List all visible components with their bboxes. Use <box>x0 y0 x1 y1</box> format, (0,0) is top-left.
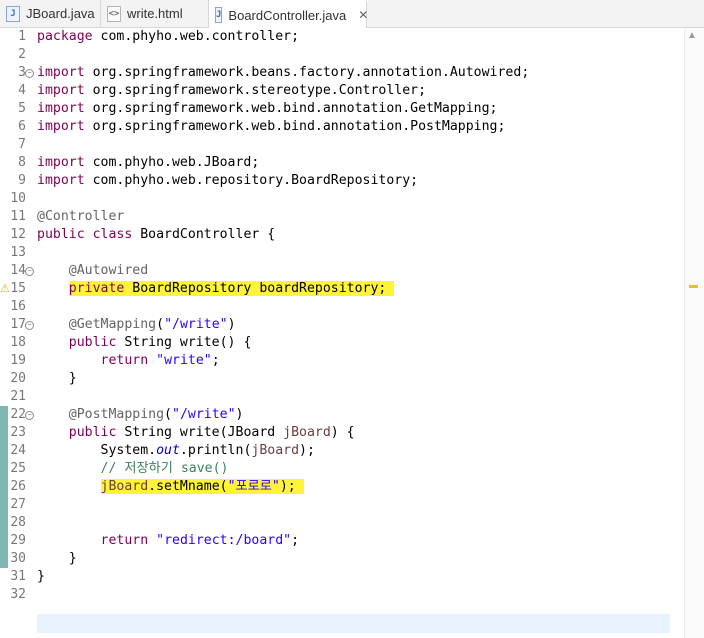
line-number: 26 <box>10 479 26 494</box>
editor-tab-bar: J JBoard.java <> write.html J BoardContr… <box>0 0 704 28</box>
line-number: 13 <box>10 245 26 260</box>
line-number: 7 <box>18 137 26 152</box>
line-number: 14 <box>10 263 26 278</box>
code-line[interactable]: public String write(JBoard jBoard) { <box>37 424 355 442</box>
html-file-icon: <> <box>107 5 121 22</box>
line-number: 10 <box>10 191 26 206</box>
line-number: 5 <box>18 101 26 116</box>
line-number: 28 <box>10 515 26 530</box>
code-line[interactable]: private BoardRepository boardRepository; <box>37 280 395 298</box>
line-number: 19 <box>10 353 26 368</box>
fold-toggle-icon[interactable]: − <box>25 321 34 330</box>
code-line[interactable]: @GetMapping("/write") <box>37 316 236 334</box>
line-number: 8 <box>18 155 26 170</box>
tab-label: JBoard.java <box>26 6 95 21</box>
code-line[interactable]: } <box>37 550 77 568</box>
code-editor[interactable]: 1 2 3−4 5 6 7 8 9 10 11 12 13 14−15 ⚠ 16 17−18 19 20 21 22−… <box>0 28 704 638</box>
line-number: 4 <box>18 83 26 98</box>
code-line[interactable]: // 저장하기 save() <box>37 460 229 478</box>
line-number: 2 <box>18 47 26 62</box>
line-number: 25 <box>10 461 26 476</box>
code-line[interactable]: System.out.println(jBoard); <box>37 442 315 460</box>
code-line[interactable]: public String write() { <box>37 334 252 352</box>
line-number: 23 <box>10 425 26 440</box>
line-number: 18 <box>10 335 26 350</box>
scroll-up-icon[interactable]: ▲ <box>687 30 697 41</box>
overview-ruler[interactable] <box>684 28 704 638</box>
line-number: 21 <box>10 389 26 404</box>
code-line[interactable]: import org.springframework.web.bind.anno… <box>37 100 498 118</box>
code-line[interactable]: import com.phyho.web.repository.BoardRep… <box>37 172 418 190</box>
line-number: 24 <box>10 443 26 458</box>
line-number-gutter: 1 2 3−4 5 6 7 8 9 10 11 12 13 14−15 ⚠ 16 17−18 19 20 21 22−… <box>0 28 34 638</box>
line-number: 12 <box>10 227 26 242</box>
code-line[interactable]: import org.springframework.stereotype.Co… <box>37 82 426 100</box>
warning-overview-marker[interactable] <box>689 285 698 288</box>
line-number: 1 <box>18 29 26 44</box>
java-file-icon: J <box>6 5 20 22</box>
code-line[interactable]: } <box>37 370 77 388</box>
tab-label: BoardController.java <box>228 7 347 23</box>
line-number: 30 <box>10 551 26 566</box>
line-number: 6 <box>18 119 26 134</box>
line-number: 29 <box>10 533 26 548</box>
java-file-icon: J <box>215 7 223 23</box>
code-line[interactable]: @Autowired <box>37 262 148 280</box>
warning-icon[interactable]: ⚠ <box>0 282 10 295</box>
code-line[interactable]: return "write"; <box>37 352 220 370</box>
code-line[interactable]: import com.phyho.web.JBoard; <box>37 154 259 172</box>
line-number: 11 <box>10 209 26 224</box>
fold-toggle-icon[interactable]: − <box>25 411 34 420</box>
tab-write-html[interactable]: <> write.html <box>101 0 209 27</box>
code-line[interactable]: import org.springframework.web.bind.anno… <box>37 118 505 136</box>
code-area[interactable]: package com.phyho.web.controller; import … <box>37 28 670 638</box>
fold-toggle-icon[interactable]: − <box>25 267 34 276</box>
line-number: 17 <box>10 317 26 332</box>
tab-boardcontroller-java[interactable]: J BoardController.java ✕ <box>209 0 368 28</box>
code-line[interactable]: } <box>37 568 45 586</box>
line-number: 31 <box>10 569 26 584</box>
code-line[interactable]: @PostMapping("/write") <box>37 406 244 424</box>
code-line[interactable]: import org.springframework.beans.factory… <box>37 64 529 82</box>
line-number: 9 <box>18 173 26 188</box>
line-number: 22 <box>10 407 26 422</box>
line-number: 32 <box>10 587 26 602</box>
code-line[interactable]: package com.phyho.web.controller; <box>37 28 299 46</box>
line-number: 27 <box>10 497 26 512</box>
code-line[interactable]: return "redirect:/board"; <box>37 532 300 550</box>
line-number: 3 <box>18 65 26 80</box>
marker-highlight: private BoardRepository boardRepository; <box>68 281 395 296</box>
line-number: 16 <box>10 299 26 314</box>
close-icon[interactable]: ✕ <box>358 8 368 22</box>
line-number: 20 <box>10 371 26 386</box>
marker-highlight: jBoard.setMname("포로로"); <box>100 479 304 494</box>
tab-label: write.html <box>127 6 183 21</box>
code-line[interactable]: @Controller <box>37 208 124 226</box>
code-line[interactable]: jBoard.setMname("포로로"); <box>37 478 304 496</box>
tab-jboard-java[interactable]: J JBoard.java <box>0 0 101 27</box>
fold-toggle-icon[interactable]: − <box>25 69 34 78</box>
code-line[interactable]: public class BoardController { <box>37 226 275 244</box>
